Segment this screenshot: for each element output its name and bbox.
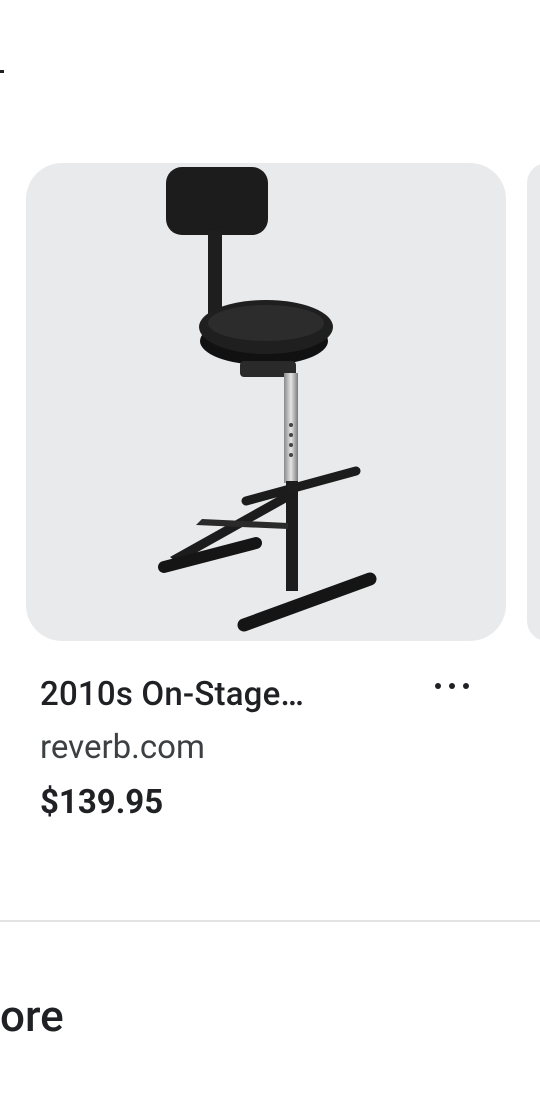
product-price: $139.95 <box>40 783 164 822</box>
section-heading: ore <box>0 990 64 1042</box>
guitar-stool-image <box>158 167 377 632</box>
section-divider <box>0 920 540 922</box>
shopping-results-screen: 2010s On-Stage… reverb.com $139.95 ore <box>0 0 540 1093</box>
more-horizontal-icon <box>435 683 441 689</box>
product-source: reverb.com <box>40 728 205 767</box>
product-card[interactable]: 2010s On-Stage… reverb.com $139.95 <box>26 163 506 843</box>
product-image[interactable] <box>26 163 506 641</box>
product-title[interactable]: 2010s On-Stage… <box>40 675 304 714</box>
next-product-card[interactable] <box>527 163 540 641</box>
truncated-text-fragment <box>0 70 4 73</box>
more-horizontal-icon <box>449 683 455 689</box>
more-horizontal-icon <box>463 683 469 689</box>
more-options-button[interactable] <box>422 671 482 701</box>
